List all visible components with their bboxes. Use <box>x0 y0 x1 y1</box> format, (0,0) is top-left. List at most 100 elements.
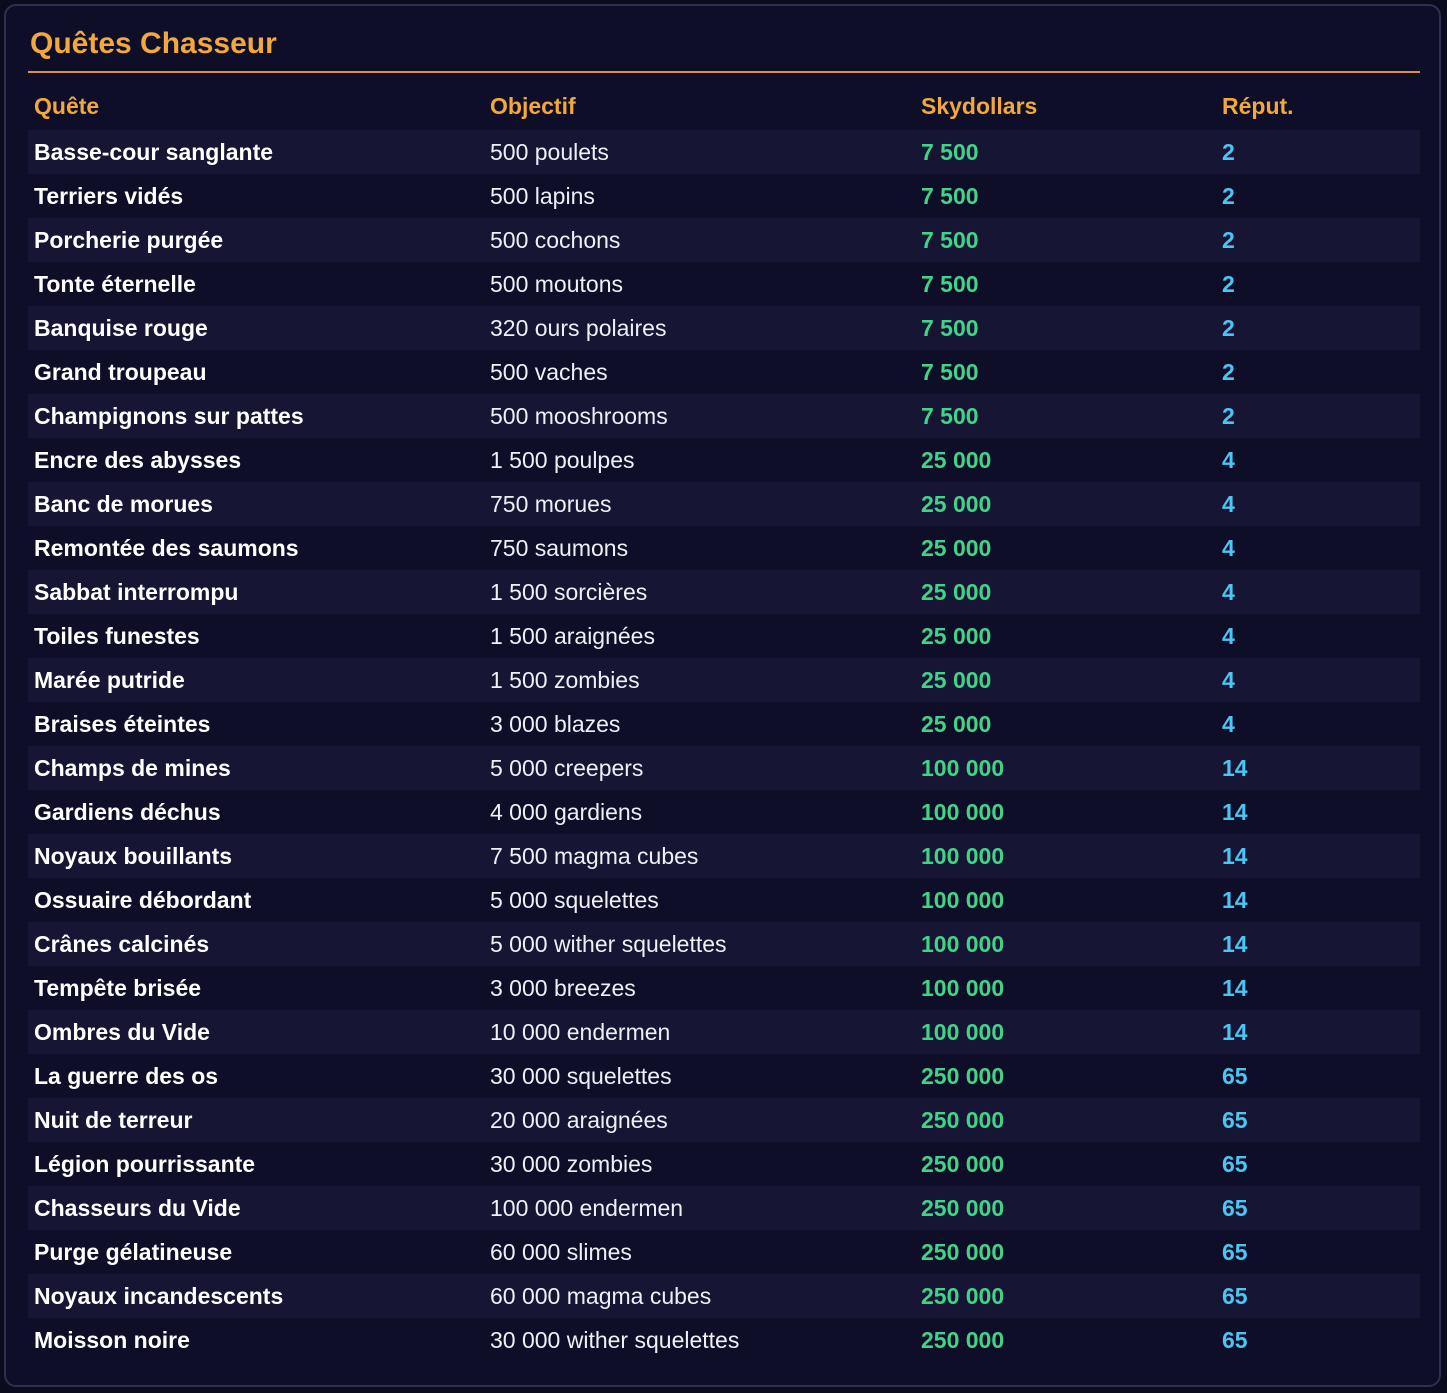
quest-skydollars: 25 000 <box>921 710 992 737</box>
table-row: Tonte éternelle 500 moutons 7 500 2 <box>28 262 1420 306</box>
quest-objective: 500 poulets <box>490 138 609 165</box>
quest-skydollars: 100 000 <box>921 886 1005 913</box>
table-row: Remontée des saumons 750 saumons 25 000 4 <box>28 526 1420 570</box>
quest-name: Porcherie purgée <box>34 226 224 253</box>
table-row: Braises éteintes 3 000 blazes 25 000 4 <box>28 702 1420 746</box>
quest-skydollars: 7 500 <box>921 314 979 341</box>
quest-objective: 20 000 araignées <box>490 1106 668 1133</box>
table-row: Banc de morues 750 morues 25 000 4 <box>28 482 1420 526</box>
quest-objective: 30 000 squelettes <box>490 1062 672 1089</box>
quest-reputation: 65 <box>1222 1238 1248 1265</box>
table-row: Sabbat interrompu 1 500 sorcières 25 000 4 <box>28 570 1420 614</box>
quest-name: Marée putride <box>34 666 185 693</box>
quest-reputation: 14 <box>1222 754 1248 781</box>
quest-name: Purge gélatineuse <box>34 1238 233 1265</box>
quest-name: Champignons sur pattes <box>34 402 304 429</box>
quest-objective: 5 000 wither squelettes <box>490 930 727 957</box>
quest-objective: 500 mooshrooms <box>490 402 668 429</box>
quest-reputation: 2 <box>1222 270 1235 297</box>
quest-reputation: 65 <box>1222 1282 1248 1309</box>
table-row: Crânes calcinés 5 000 wither squelettes 10… <box>28 922 1420 966</box>
table-row: Nuit de terreur 20 000 araignées 250 000 65 <box>28 1098 1420 1142</box>
quest-skydollars: 250 000 <box>921 1062 1005 1089</box>
table-row: Purge gélatineuse 60 000 slimes 250 000 65 <box>28 1230 1420 1274</box>
quest-name: Tonte éternelle <box>34 270 196 297</box>
quest-reputation: 2 <box>1222 358 1235 385</box>
quest-reputation: 14 <box>1222 886 1248 913</box>
quest-reputation: 65 <box>1222 1106 1248 1133</box>
quests-table: Quête Objectif Skydollars Réput. Basse-c… <box>28 82 1420 1362</box>
table-row: Encre des abysses 1 500 poulpes 25 000 4 <box>28 438 1420 482</box>
table-row: Porcherie purgée 500 cochons 7 500 2 <box>28 218 1420 262</box>
quest-objective: 500 moutons <box>490 270 623 297</box>
quest-reputation: 65 <box>1222 1062 1248 1089</box>
quest-reputation: 2 <box>1222 138 1235 165</box>
quest-reputation: 65 <box>1222 1326 1248 1353</box>
quest-skydollars: 25 000 <box>921 534 992 561</box>
quest-skydollars: 250 000 <box>921 1150 1005 1177</box>
quest-reputation: 14 <box>1222 842 1248 869</box>
quest-reputation: 65 <box>1222 1150 1248 1177</box>
quest-name: La guerre des os <box>34 1062 219 1089</box>
quest-name: Moisson noire <box>34 1326 190 1353</box>
quest-skydollars: 25 000 <box>921 490 992 517</box>
table-row: Marée putride 1 500 zombies 25 000 4 <box>28 658 1420 702</box>
quest-reputation: 4 <box>1222 622 1235 649</box>
table-row: Banquise rouge 320 ours polaires 7 500 2 <box>28 306 1420 350</box>
quest-objective: 7 500 magma cubes <box>490 842 699 869</box>
quest-objective: 60 000 slimes <box>490 1238 632 1265</box>
table-row: Ombres du Vide 10 000 endermen 100 000 14 <box>28 1010 1420 1054</box>
quest-skydollars: 25 000 <box>921 666 992 693</box>
quest-name: Ossuaire débordant <box>34 886 252 913</box>
quest-reputation: 14 <box>1222 930 1248 957</box>
quests-table-body: Basse-cour sanglante 500 poulets 7 500 2 Ter… <box>28 130 1420 1362</box>
quest-objective: 1 500 araignées <box>490 622 655 649</box>
table-row: Tempête brisée 3 000 breezes 100 000 14 <box>28 966 1420 1010</box>
quest-reputation: 4 <box>1222 446 1235 473</box>
quest-name: Noyaux bouillants <box>34 842 233 869</box>
quest-name: Nuit de terreur <box>34 1106 193 1133</box>
quest-objective: 500 cochons <box>490 226 621 253</box>
quest-skydollars: 7 500 <box>921 270 979 297</box>
quest-objective: 320 ours polaires <box>490 314 667 341</box>
quest-objective: 500 vaches <box>490 358 608 385</box>
quest-objective: 60 000 magma cubes <box>490 1282 712 1309</box>
table-row: Gardiens déchus 4 000 gardiens 100 000 14 <box>28 790 1420 834</box>
column-header-skydollars: Skydollars <box>921 92 1038 119</box>
quest-name: Grand troupeau <box>34 358 207 385</box>
quest-name: Champs de mines <box>34 754 231 781</box>
quest-reputation: 2 <box>1222 402 1235 429</box>
quest-reputation: 2 <box>1222 314 1235 341</box>
quest-skydollars: 25 000 <box>921 622 992 649</box>
quest-objective: 500 lapins <box>490 182 595 209</box>
quest-reputation: 14 <box>1222 974 1248 1001</box>
quest-skydollars: 7 500 <box>921 226 979 253</box>
quest-name: Ombres du Vide <box>34 1018 210 1045</box>
hunter-quests-panel: Quêtes Chasseur Quête Objectif Skydollar… <box>4 4 1441 1387</box>
column-header-objective: Objectif <box>490 92 576 119</box>
quest-skydollars: 7 500 <box>921 138 979 165</box>
table-row: La guerre des os 30 000 squelettes 250 000… <box>28 1054 1420 1098</box>
quest-skydollars: 25 000 <box>921 578 992 605</box>
quest-skydollars: 100 000 <box>921 1018 1005 1045</box>
quest-name: Banc de morues <box>34 490 213 517</box>
quest-objective: 30 000 zombies <box>490 1150 653 1177</box>
table-row: Terriers vidés 500 lapins 7 500 2 <box>28 174 1420 218</box>
quest-skydollars: 7 500 <box>921 402 979 429</box>
quest-name: Sabbat interrompu <box>34 578 239 605</box>
quest-reputation: 65 <box>1222 1194 1248 1221</box>
quest-name: Basse-cour sanglante <box>34 138 274 165</box>
quest-name: Gardiens déchus <box>34 798 221 825</box>
table-header-row: Quête Objectif Skydollars Réput. <box>28 82 1420 130</box>
quest-skydollars: 250 000 <box>921 1326 1005 1353</box>
quest-objective: 100 000 endermen <box>490 1194 684 1221</box>
quest-reputation: 14 <box>1222 798 1248 825</box>
quest-objective: 4 000 gardiens <box>490 798 643 825</box>
quest-reputation: 4 <box>1222 710 1235 737</box>
quest-skydollars: 100 000 <box>921 842 1005 869</box>
quest-reputation: 14 <box>1222 1018 1248 1045</box>
quest-skydollars: 100 000 <box>921 974 1005 1001</box>
table-row: Légion pourrissante 30 000 zombies 250 000… <box>28 1142 1420 1186</box>
quest-skydollars: 250 000 <box>921 1194 1005 1221</box>
quest-skydollars: 100 000 <box>921 754 1005 781</box>
